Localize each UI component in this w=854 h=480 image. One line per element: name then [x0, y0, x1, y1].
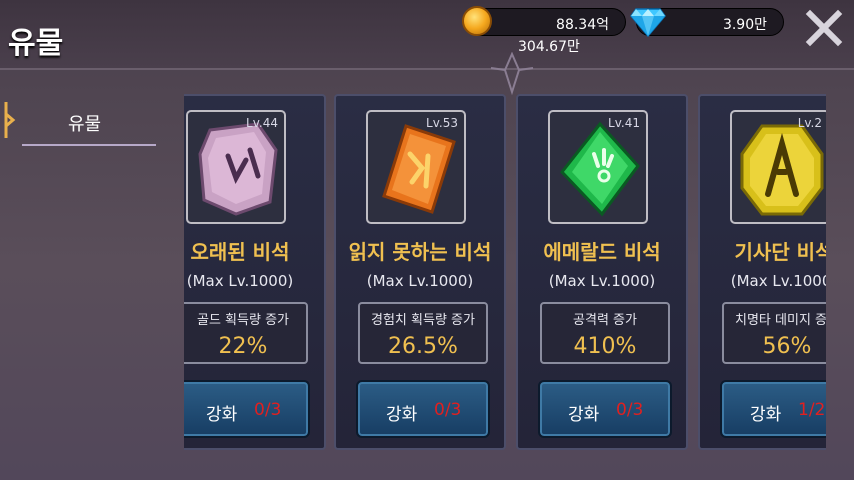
tab-underline: [22, 144, 156, 146]
upgrade-button[interactable]: 강화 0/3: [356, 380, 490, 438]
relic-image-frame: Lv.41: [548, 110, 648, 224]
emerald-stone-icon: [560, 121, 640, 217]
upgrade-button-label: 강화: [568, 405, 600, 425]
relic-stat-label: 치명타 데미지 증가: [735, 313, 826, 328]
relic-level: Lv.53: [426, 116, 458, 130]
relic-card[interactable]: Lv.41 에메랄드 비석 (Max Lv.1000) 공격력 증가 410% …: [516, 94, 688, 450]
relic-max-level: (Max Lv.1000): [548, 272, 656, 290]
relic-level: Lv.41: [608, 116, 640, 130]
relic-max-level: (Max Lv.1000): [186, 272, 294, 290]
upgrade-count: 0/3: [434, 400, 462, 420]
relic-level: Lv.44: [246, 116, 278, 130]
relic-max-level: (Max Lv.1000): [730, 272, 826, 290]
relic-name: 에메랄드 비석: [543, 240, 661, 264]
relic-level: Lv.2: [797, 116, 822, 130]
upgrade-button[interactable]: 강화 0/3: [538, 380, 672, 438]
close-button[interactable]: [804, 8, 844, 48]
top-bar: 유물 88.34억 3.90만 304.67만: [0, 0, 854, 70]
upgrade-button-label: 강화: [386, 405, 418, 425]
upgrade-count: 1/2: [798, 400, 826, 420]
ancient-stone-icon: [198, 122, 278, 216]
header-ornament: [490, 52, 534, 96]
tab-relics[interactable]: 유물: [0, 100, 160, 148]
upgrade-button-label: 강화: [750, 405, 782, 425]
tab-relics-label: 유물: [68, 114, 102, 135]
upgrade-button[interactable]: 강화 0/3: [184, 380, 310, 438]
relic-card[interactable]: Lv.44 오래된 비석 (Max Lv.1000) 골드 획득량 증가 22%…: [184, 94, 326, 450]
relic-stat-label: 경험치 획득량 증가: [371, 313, 475, 328]
gem-amount: 3.90만: [722, 17, 767, 33]
relic-stat-label: 공격력 증가: [573, 313, 637, 328]
relic-image-frame: Lv.53: [366, 110, 466, 224]
diamond-icon: [630, 8, 666, 37]
relic-stat-label: 골드 획득량 증가: [197, 313, 289, 328]
unreadable-stone-icon: [382, 124, 456, 214]
relic-stat-value: 410%: [573, 334, 637, 359]
relic-card[interactable]: Lv.53 읽지 못하는 비석 (Max Lv.1000) 경험치 획득량 증가…: [334, 94, 506, 450]
relic-stat-box: 골드 획득량 증가 22%: [184, 302, 308, 364]
relic-name: 읽지 못하는 비석: [348, 240, 492, 264]
upgrade-count: 0/3: [254, 400, 282, 420]
relic-card[interactable]: Lv.2 기사단 비석 (Max Lv.1000) 치명타 데미지 증가 56%…: [698, 94, 826, 450]
relic-stat-box: 경험치 획득량 증가 26.5%: [358, 302, 488, 364]
upgrade-button-label: 강화: [206, 405, 238, 425]
relic-max-level: (Max Lv.1000): [366, 272, 474, 290]
tab-selected-marker-icon: [4, 102, 16, 138]
relic-image-frame: Lv.44: [186, 110, 286, 224]
relic-stat-box: 치명타 데미지 증가 56%: [722, 302, 826, 364]
knights-stone-icon: [740, 124, 824, 216]
relic-card-list[interactable]: Lv.44 오래된 비석 (Max Lv.1000) 골드 획득량 증가 22%…: [184, 94, 826, 450]
relic-stat-value: 26.5%: [388, 334, 458, 359]
relic-name: 오래된 비석: [190, 240, 290, 264]
gold-amount: 88.34억: [556, 17, 609, 33]
upgrade-button[interactable]: 강화 1/2: [720, 380, 826, 438]
relic-image-frame: Lv.2: [730, 110, 826, 224]
gold-coin-icon: [462, 6, 492, 36]
page-title: 유물: [8, 26, 64, 61]
relic-stat-value: 56%: [762, 334, 812, 359]
upgrade-count: 0/3: [616, 400, 644, 420]
relic-stat-box: 공격력 증가 410%: [540, 302, 670, 364]
relic-name: 기사단 비석: [734, 240, 826, 264]
relic-stat-value: 22%: [218, 334, 268, 359]
